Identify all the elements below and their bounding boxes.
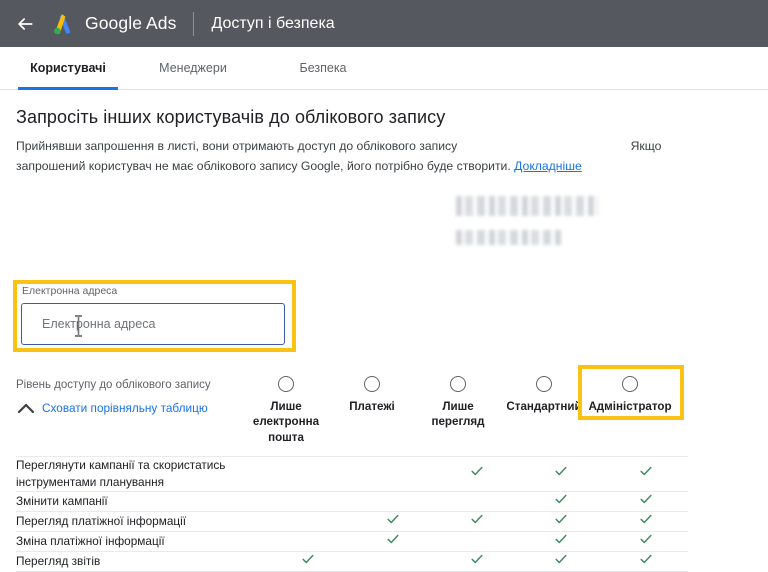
access-option-standard-label: Стандартний bbox=[506, 400, 582, 413]
radio-read-only[interactable] bbox=[450, 376, 466, 392]
feature-label: Переглянути кампанії та скористатись інс… bbox=[16, 458, 226, 489]
redacted-account-name-heading bbox=[456, 196, 598, 216]
check-icon bbox=[470, 512, 484, 526]
check-cell-enabled bbox=[519, 491, 603, 511]
tab-managers[interactable]: Менеджери bbox=[128, 47, 258, 89]
table-row: Переглянути кампанії та скористатись інс… bbox=[16, 456, 688, 492]
access-option-admin-label: Адміністратор bbox=[588, 400, 672, 413]
tab-bar: Користувачі Менеджери Безпека bbox=[0, 47, 768, 90]
access-option-email-only-label: Лише електронна пошта bbox=[252, 400, 320, 444]
check-cell-enabled bbox=[435, 457, 519, 492]
tab-managers-label: Менеджери bbox=[159, 61, 227, 75]
app-header: Google Ads Доступ і безпека bbox=[0, 0, 768, 47]
access-option-billing-label: Платежі bbox=[349, 400, 395, 413]
check-cell-enabled bbox=[435, 511, 519, 531]
check-icon bbox=[554, 552, 568, 566]
tab-users-label: Користувачі bbox=[30, 61, 106, 75]
check-icon bbox=[554, 492, 568, 506]
check-cell-empty bbox=[266, 491, 350, 511]
check-cell-enabled bbox=[266, 551, 350, 571]
redacted-account-name-body bbox=[456, 230, 564, 245]
radio-billing[interactable] bbox=[364, 376, 380, 392]
check-cell-enabled bbox=[519, 511, 603, 531]
email-field-label: Електронна адреса bbox=[22, 285, 118, 297]
tab-users[interactable]: Користувачі bbox=[18, 47, 118, 90]
check-cell-enabled bbox=[435, 551, 519, 571]
check-icon bbox=[554, 464, 568, 478]
check-icon bbox=[470, 552, 484, 566]
access-option-admin[interactable]: Адміністратор bbox=[587, 376, 673, 414]
collapse-comparison-toggle[interactable]: Сховати порівняльну таблицю bbox=[16, 401, 208, 415]
check-cell-empty bbox=[266, 457, 350, 492]
check-cell-enabled bbox=[519, 531, 603, 551]
check-cell-empty bbox=[350, 491, 434, 511]
check-cell-enabled bbox=[604, 531, 688, 551]
check-icon bbox=[554, 532, 568, 546]
access-option-read-only[interactable]: Лише перегляд bbox=[415, 376, 501, 430]
access-option-email-only[interactable]: Лише електронна пошта bbox=[243, 376, 329, 445]
comparison-table: Переглянути кампанії та скористатись інс… bbox=[16, 456, 688, 572]
check-icon bbox=[386, 532, 400, 546]
check-icon bbox=[554, 512, 568, 526]
google-ads-logo-icon bbox=[50, 12, 76, 36]
check-cell-empty bbox=[266, 511, 350, 531]
check-cell-empty bbox=[435, 491, 519, 511]
back-arrow-icon[interactable] bbox=[12, 11, 38, 37]
table-row: Змінити кампанії bbox=[16, 491, 688, 511]
collapse-comparison-label: Сховати порівняльну таблицю bbox=[42, 401, 208, 415]
check-cell-enabled bbox=[519, 551, 603, 571]
check-icon bbox=[386, 512, 400, 526]
email-input[interactable] bbox=[22, 304, 284, 344]
invite-heading: Запросіть інших користувачів до обліково… bbox=[16, 107, 446, 127]
invite-description-part1: Прийнявши запрошення в листі, вони отрим… bbox=[16, 139, 458, 153]
access-option-read-only-label: Лише перегляд bbox=[431, 400, 485, 429]
chevron-up-icon bbox=[16, 401, 36, 415]
invite-description: Прийнявши запрошення в листі, вони отрим… bbox=[16, 137, 664, 177]
learn-more-link[interactable]: Докладніше bbox=[514, 159, 582, 173]
radio-email-only[interactable] bbox=[278, 376, 294, 392]
check-cell-empty bbox=[350, 457, 434, 492]
access-option-standard[interactable]: Стандартний bbox=[501, 376, 587, 414]
check-cell-enabled bbox=[350, 531, 434, 551]
check-cell-enabled bbox=[519, 457, 603, 492]
check-cell-empty bbox=[350, 551, 434, 571]
table-row: Зміна платіжної інформації bbox=[16, 531, 688, 551]
check-icon bbox=[639, 532, 653, 546]
table-row: Перегляд платіжної інформації bbox=[16, 511, 688, 531]
table-row: Перегляд звітів bbox=[16, 551, 688, 571]
header-divider bbox=[193, 11, 195, 36]
feature-label: Перегляд звітів bbox=[16, 553, 101, 568]
check-cell-enabled bbox=[604, 457, 688, 492]
check-cell-empty bbox=[435, 531, 519, 551]
check-cell-enabled bbox=[604, 491, 688, 511]
check-icon bbox=[470, 464, 484, 478]
access-level-label: Рівень доступу до облікового запису bbox=[16, 379, 211, 391]
feature-label: Перегляд платіжної інформації bbox=[16, 513, 187, 528]
feature-label: Змінити кампанії bbox=[16, 493, 108, 508]
radio-admin[interactable] bbox=[622, 376, 638, 392]
radio-standard[interactable] bbox=[536, 376, 552, 392]
access-option-billing[interactable]: Платежі bbox=[329, 376, 415, 414]
check-icon bbox=[639, 512, 653, 526]
check-cell-enabled bbox=[604, 511, 688, 531]
check-cell-enabled bbox=[604, 551, 688, 571]
check-icon bbox=[301, 552, 315, 566]
email-input-wrapper[interactable] bbox=[21, 303, 285, 345]
check-icon bbox=[639, 492, 653, 506]
tab-security[interactable]: Безпека bbox=[268, 47, 378, 89]
brand-name: Google Ads bbox=[85, 13, 177, 33]
check-cell-enabled bbox=[350, 511, 434, 531]
main-content: Запросіть інших користувачів до обліково… bbox=[0, 90, 768, 571]
check-cell-empty bbox=[266, 531, 350, 551]
tab-security-label: Безпека bbox=[299, 61, 347, 75]
feature-label: Зміна платіжної інформації bbox=[16, 533, 165, 548]
check-icon bbox=[639, 552, 653, 566]
check-icon bbox=[639, 464, 653, 478]
page-title: Доступ і безпека bbox=[211, 14, 335, 32]
